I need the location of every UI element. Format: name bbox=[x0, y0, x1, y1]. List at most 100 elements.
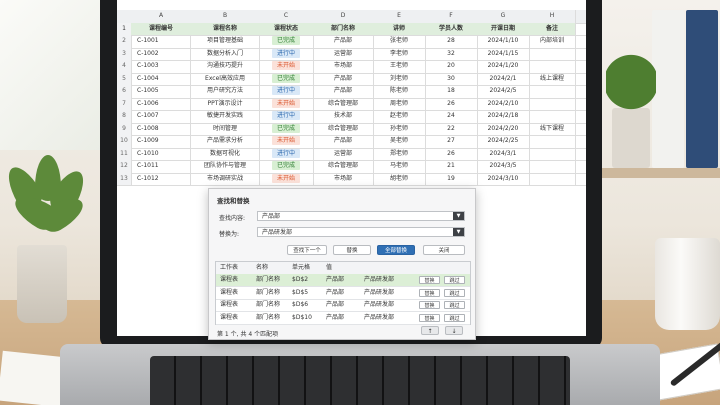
cell-course-id[interactable]: C-1006 bbox=[131, 97, 191, 110]
header-teacher[interactable]: 讲师 bbox=[373, 22, 426, 35]
cell-teacher[interactable]: 胡老师 bbox=[373, 172, 426, 185]
cell-note[interactable] bbox=[529, 60, 576, 73]
cell-teacher[interactable]: 王老师 bbox=[373, 60, 426, 73]
header-course-name[interactable]: 课程名称 bbox=[191, 22, 260, 35]
cell-student-count[interactable]: 21 bbox=[425, 160, 478, 173]
cell-department[interactable]: 产品部 bbox=[313, 35, 374, 48]
cell-student-count[interactable]: 18 bbox=[425, 85, 478, 98]
replace-dropdown-icon[interactable]: ▼ bbox=[453, 228, 464, 236]
cell-course-id[interactable]: C-1011 bbox=[131, 160, 191, 173]
row-number[interactable]: 10 bbox=[117, 135, 132, 148]
cell-start-date[interactable]: 2024/2/1 bbox=[477, 72, 530, 85]
find-input[interactable]: 产品部 ▼ bbox=[257, 211, 465, 221]
cell-teacher[interactable]: 刘老师 bbox=[373, 72, 426, 85]
cell-department[interactable]: 技术部 bbox=[313, 110, 374, 123]
cell-student-count[interactable]: 19 bbox=[425, 172, 478, 185]
column-header-h[interactable]: H bbox=[529, 10, 576, 23]
cell-start-date[interactable]: 2024/3/5 bbox=[477, 160, 530, 173]
cell-teacher[interactable]: 马老师 bbox=[373, 160, 426, 173]
cell-course-status[interactable]: 进行中 bbox=[259, 47, 314, 60]
cell-course-name[interactable]: 数据分析入门 bbox=[191, 47, 260, 60]
cell-start-date[interactable]: 2024/2/20 bbox=[477, 122, 530, 135]
header-start-date[interactable]: 开课日期 bbox=[477, 22, 530, 35]
result-row[interactable]: 课程表 部门名称 $D$5 产品部 产品研发部 替换 跳过 bbox=[216, 287, 470, 300]
cell-start-date[interactable]: 2024/2/10 bbox=[477, 97, 530, 110]
cell-student-count[interactable]: 26 bbox=[425, 97, 478, 110]
row-number[interactable]: 4 bbox=[117, 60, 132, 73]
result-row[interactable]: 课程表 部门名称 $D$6 产品部 产品研发部 替换 跳过 bbox=[216, 299, 470, 312]
cell-department[interactable]: 综合管理部 bbox=[313, 122, 374, 135]
cell-course-name[interactable]: 数据可视化 bbox=[191, 147, 260, 160]
cell-course-name[interactable]: 项目管理基础 bbox=[191, 35, 260, 48]
header-department[interactable]: 部门名称 bbox=[313, 22, 374, 35]
header-student-count[interactable]: 学员人数 bbox=[425, 22, 478, 35]
cell-course-id[interactable]: C-1007 bbox=[131, 110, 191, 123]
cell-department[interactable]: 综合管理部 bbox=[313, 97, 374, 110]
cell-course-id[interactable]: C-1005 bbox=[131, 85, 191, 98]
cell-start-date[interactable]: 2024/1/10 bbox=[477, 35, 530, 48]
cell-start-date[interactable]: 2024/1/15 bbox=[477, 47, 530, 60]
cell-course-name[interactable]: 用户研究方法 bbox=[191, 85, 260, 98]
cell-student-count[interactable]: 28 bbox=[425, 35, 478, 48]
cell-student-count[interactable]: 26 bbox=[425, 147, 478, 160]
cell-department[interactable]: 运营部 bbox=[313, 147, 374, 160]
cell-course-id[interactable]: C-1008 bbox=[131, 122, 191, 135]
row-skip-button[interactable]: 跳过 bbox=[444, 313, 465, 322]
cell-course-status[interactable]: 已完成 bbox=[259, 160, 314, 173]
row-number[interactable]: 12 bbox=[117, 160, 132, 173]
cell-teacher[interactable]: 孙老师 bbox=[373, 122, 426, 135]
cell-course-name[interactable]: Excel高效应用 bbox=[191, 72, 260, 85]
row-skip-button[interactable]: 跳过 bbox=[444, 276, 465, 284]
cell-note[interactable]: 内部培训 bbox=[529, 35, 576, 48]
cell-course-name[interactable]: PPT演示设计 bbox=[191, 97, 260, 110]
cell-start-date[interactable]: 2024/3/10 bbox=[477, 172, 530, 185]
cell-student-count[interactable]: 20 bbox=[425, 60, 478, 73]
find-dropdown-icon[interactable]: ▼ bbox=[453, 212, 464, 220]
header-course-id[interactable]: 课程编号 bbox=[131, 22, 192, 35]
row-number[interactable]: 5 bbox=[117, 72, 132, 85]
replace-button[interactable]: 替换 bbox=[333, 245, 371, 255]
cell-course-name[interactable]: 时间管理 bbox=[191, 122, 260, 135]
cell-note[interactable] bbox=[529, 47, 576, 60]
cell-course-status[interactable]: 未开始 bbox=[259, 135, 314, 148]
column-header-e[interactable]: E bbox=[373, 10, 426, 23]
next-match-button[interactable]: ↓ bbox=[445, 326, 463, 335]
cell-start-date[interactable]: 2024/1/20 bbox=[477, 60, 530, 73]
column-header-f[interactable]: F bbox=[425, 10, 478, 23]
cell-student-count[interactable]: 30 bbox=[425, 72, 478, 85]
cell-teacher[interactable]: 张老师 bbox=[373, 35, 426, 48]
replace-input[interactable]: 产品研发部 ▼ bbox=[257, 227, 465, 237]
cell-note[interactable] bbox=[529, 147, 576, 160]
cell-course-id[interactable]: C-1003 bbox=[131, 60, 191, 73]
cell-teacher[interactable]: 吴老师 bbox=[373, 135, 426, 148]
cell-course-id[interactable]: C-1009 bbox=[131, 135, 191, 148]
cell-course-status[interactable]: 已完成 bbox=[259, 72, 314, 85]
cell-course-id[interactable]: C-1010 bbox=[131, 147, 191, 160]
cell-teacher[interactable]: 郑老师 bbox=[373, 147, 426, 160]
cell-course-status[interactable]: 未开始 bbox=[259, 97, 314, 110]
cell-note[interactable] bbox=[529, 135, 576, 148]
cell-course-name[interactable]: 团队协作与管理 bbox=[191, 160, 260, 173]
cell-student-count[interactable]: 22 bbox=[425, 122, 478, 135]
row-number[interactable]: 9 bbox=[117, 122, 132, 135]
cell-teacher[interactable]: 赵老师 bbox=[373, 110, 426, 123]
cell-course-name[interactable]: 产品需求分析 bbox=[191, 135, 260, 148]
cell-department[interactable]: 市场部 bbox=[313, 60, 374, 73]
cell-start-date[interactable]: 2024/2/5 bbox=[477, 85, 530, 98]
result-row[interactable]: 课程表 部门名称 $D$2 产品部 产品研发部 替换 跳过 bbox=[216, 274, 470, 287]
row-skip-button[interactable]: 跳过 bbox=[444, 288, 465, 297]
cell-note[interactable]: 线下课程 bbox=[529, 122, 576, 135]
cell-note[interactable] bbox=[529, 97, 576, 110]
row-replace-button[interactable]: 替换 bbox=[419, 313, 440, 322]
replace-all-button[interactable]: 全部替换 bbox=[377, 245, 415, 255]
cell-course-id[interactable]: C-1004 bbox=[131, 72, 191, 85]
header-note[interactable]: 备注 bbox=[529, 22, 576, 35]
cell-course-status[interactable]: 进行中 bbox=[259, 110, 314, 123]
column-header-a[interactable]: A bbox=[131, 10, 192, 23]
row-number[interactable]: 1 bbox=[117, 22, 132, 35]
cell-course-id[interactable]: C-1012 bbox=[131, 172, 191, 185]
close-button[interactable]: 关闭 bbox=[423, 245, 465, 255]
cell-start-date[interactable]: 2024/2/18 bbox=[477, 110, 530, 123]
cell-teacher[interactable]: 李老师 bbox=[373, 47, 426, 60]
cell-note[interactable] bbox=[529, 172, 576, 185]
